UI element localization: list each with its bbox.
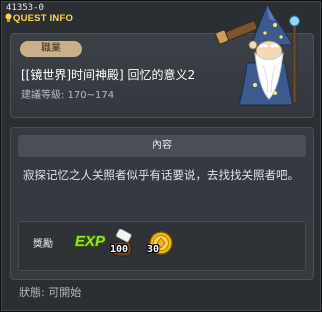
- recommended-level: 建議等級: 170~174: [21, 90, 115, 101]
- quest-content-panel: 內容 寂探记忆之人关照者似乎有话要说，去找找关照者吧。 獎勵 EXP 100 3…: [10, 127, 314, 280]
- window-title: QUEST INFO: [13, 13, 74, 24]
- job-badge: 職業: [20, 41, 82, 57]
- scroll-bag-count: 100: [110, 244, 129, 255]
- quest-id: 41353-0: [6, 3, 44, 13]
- lightbulb-icon: [5, 13, 12, 22]
- gold-coin-count: 30: [147, 244, 160, 255]
- exp-icon: EXP: [75, 233, 106, 250]
- quest-title: [[镜世界]时间神殿] 回忆的意义2: [21, 68, 196, 82]
- reward-box: 獎勵 EXP 100 30: [18, 221, 306, 271]
- quest-info-window: 41353-0 QUEST INFO 職業 [[镜世界]时间神殿] 回忆的意义2…: [0, 0, 322, 312]
- wizard-npc-icon: [215, 3, 300, 106]
- quest-description: 寂探记忆之人关照者似乎有话要说，去找找关照者吧。: [23, 168, 299, 182]
- content-section-title: 內容: [18, 135, 306, 157]
- quest-status: 狀態: 可開始: [19, 286, 82, 299]
- reward-label: 獎勵: [33, 239, 53, 250]
